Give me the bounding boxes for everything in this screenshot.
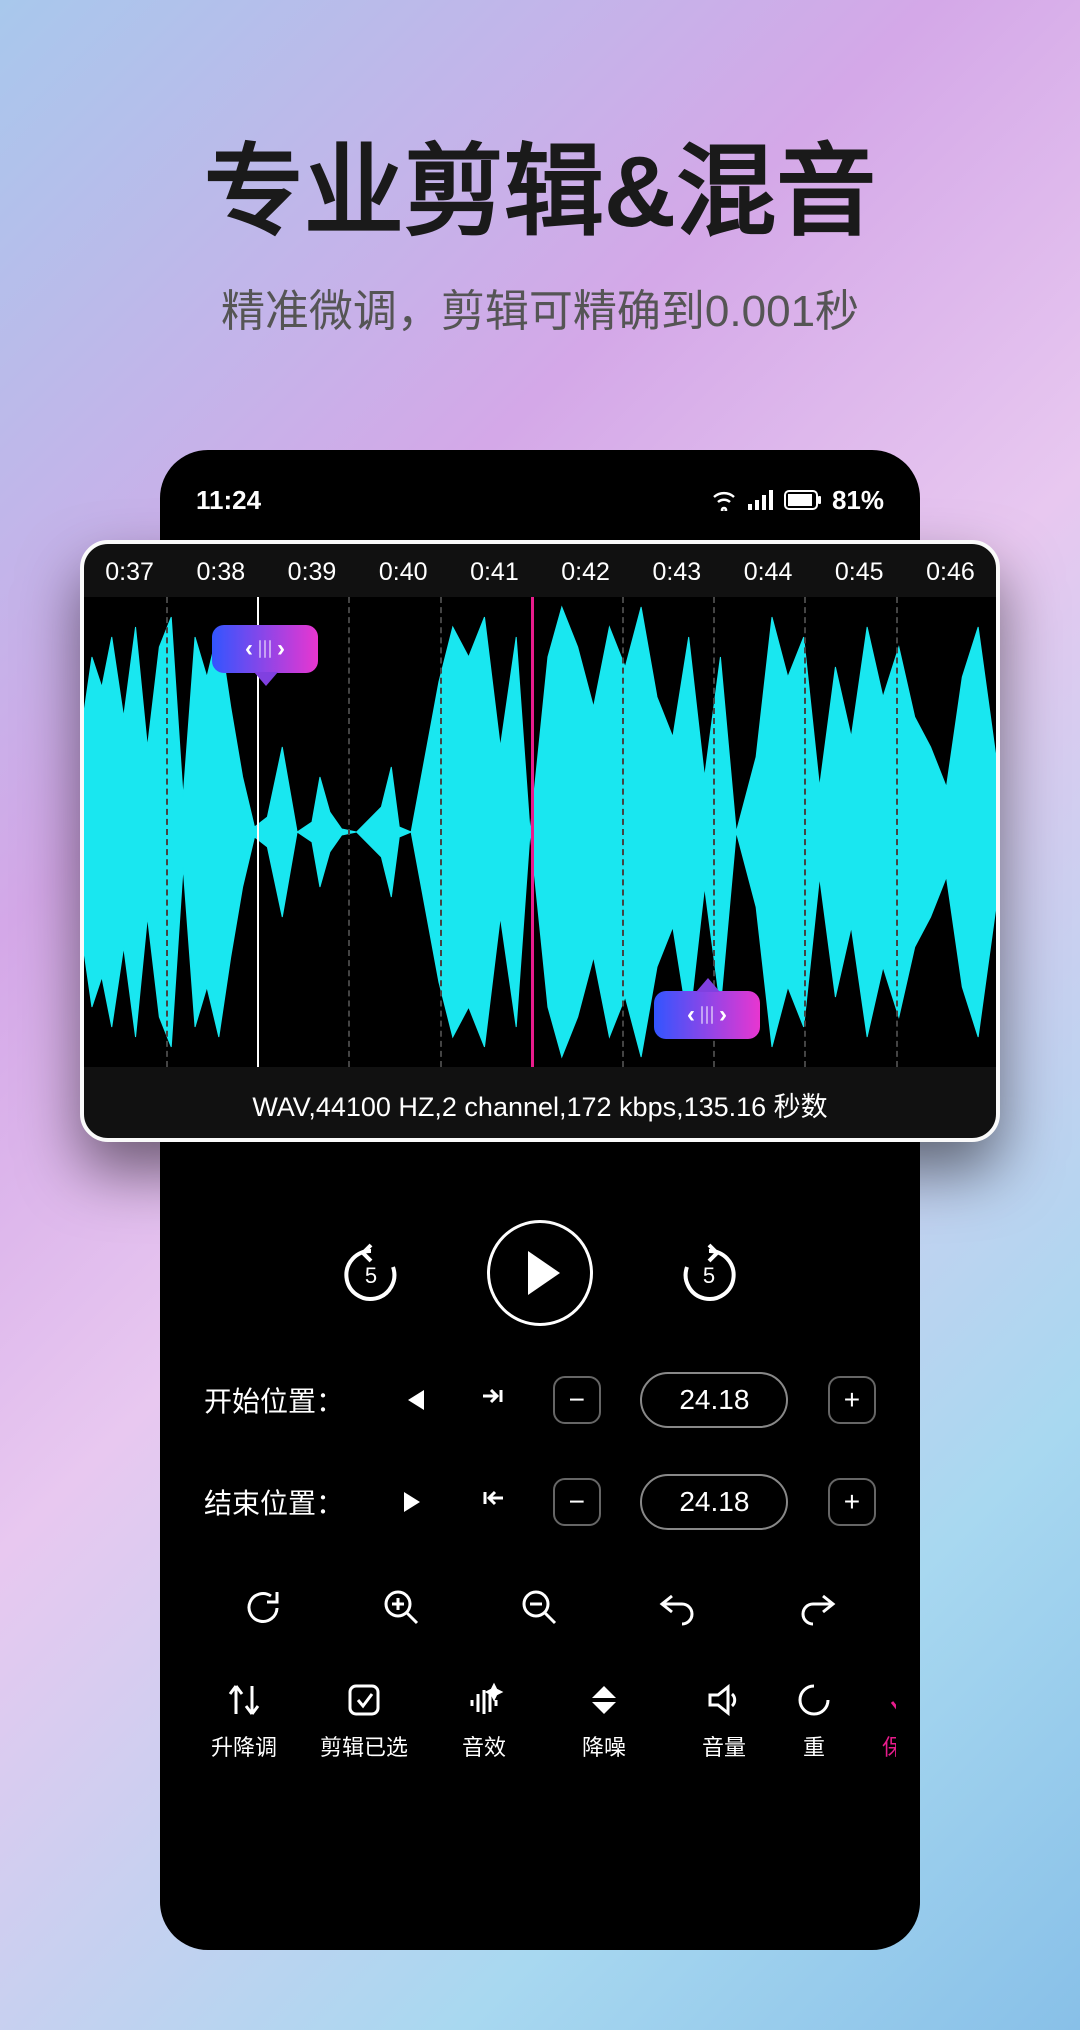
tool-fx[interactable]: 音效: [424, 1678, 544, 1762]
start-position-value[interactable]: 24.18: [640, 1372, 788, 1428]
start-position-label: 开始位置：: [204, 1380, 354, 1420]
start-position-row: 开始位置： − 24.18 +: [184, 1372, 896, 1428]
hero-subtitle: 精准微调，剪辑可精确到0.001秒: [0, 275, 1080, 339]
tool-volume-label: 音量: [702, 1730, 746, 1762]
chevron-right-icon: ›: [719, 1001, 727, 1029]
status-time: 11:24: [196, 485, 261, 516]
tool-save-label: 保存: [882, 1730, 896, 1762]
selection-start-handle[interactable]: ‹ ›: [212, 625, 318, 673]
tool-save[interactable]: 保存: [844, 1678, 896, 1762]
tool-trim[interactable]: 剪辑已选: [304, 1678, 424, 1762]
handle-grip-icon: [259, 640, 271, 658]
ruler-tick: 0:42: [540, 558, 631, 587]
skip-back-label: 5: [365, 1263, 377, 1289]
seek-start-button[interactable]: [394, 1380, 434, 1420]
status-bar: 11:24 81%: [184, 470, 896, 530]
end-position-value[interactable]: 24.18: [640, 1474, 788, 1530]
tool-volume[interactable]: 音量: [664, 1678, 784, 1762]
zoom-out-button[interactable]: [514, 1582, 566, 1634]
redo-button[interactable]: [791, 1582, 843, 1634]
skip-forward-button[interactable]: 5: [673, 1237, 745, 1309]
ruler-tick: 0:37: [84, 558, 175, 587]
handle-grip-icon: [701, 1006, 713, 1024]
skip-back-button[interactable]: 5: [335, 1237, 407, 1309]
bottom-toolbar: 升降调 剪辑已选 音效 降噪 音量 重 保存: [184, 1678, 896, 1762]
ruler-tick: 0:46: [905, 558, 996, 587]
battery-percent: 81%: [832, 485, 884, 516]
ruler-tick: 0:44: [722, 558, 813, 587]
seek-to-start-button[interactable]: [473, 1380, 513, 1420]
undo-button[interactable]: [652, 1582, 704, 1634]
selection-end-handle[interactable]: ‹ ›: [654, 991, 760, 1039]
refresh-button[interactable]: [237, 1582, 289, 1634]
end-position-row: 结束位置： − 24.18 +: [184, 1474, 896, 1530]
play-button[interactable]: [487, 1220, 593, 1326]
end-position-label: 结束位置：: [204, 1482, 354, 1522]
tool-pitch-label: 升降调: [211, 1730, 277, 1762]
volume-icon: [704, 1678, 744, 1722]
tool-reset-label: 重: [803, 1730, 825, 1762]
tool-pitch[interactable]: 升降调: [184, 1678, 304, 1762]
denoise-icon: [584, 1678, 624, 1722]
trim-icon: [344, 1678, 384, 1722]
wifi-icon: [710, 489, 738, 511]
ruler-tick: 0:40: [358, 558, 449, 587]
waveform-area[interactable]: ‹ › ‹ ›: [84, 597, 996, 1067]
tool-fx-label: 音效: [462, 1730, 506, 1762]
chevron-left-icon: ‹: [687, 1001, 695, 1029]
ruler-tick: 0:43: [631, 558, 722, 587]
hero-title: 专业剪辑&混音: [0, 110, 1080, 255]
ruler-tick: 0:38: [175, 558, 266, 587]
waveform-panel: 0:37 0:38 0:39 0:40 0:41 0:42 0:43 0:44 …: [80, 540, 1000, 1142]
start-increment-button[interactable]: +: [828, 1376, 876, 1424]
ruler-tick: 0:39: [266, 558, 357, 587]
playhead[interactable]: [531, 597, 534, 1067]
zoom-in-button[interactable]: [376, 1582, 428, 1634]
transport-controls: 5 5: [184, 1220, 896, 1326]
tool-denoise-label: 降噪: [582, 1730, 626, 1762]
time-ruler: 0:37 0:38 0:39 0:40 0:41 0:42 0:43 0:44 …: [84, 544, 996, 597]
reset-icon: [794, 1678, 834, 1722]
battery-icon: [784, 490, 822, 510]
end-increment-button[interactable]: +: [828, 1478, 876, 1526]
seek-end-button[interactable]: [394, 1482, 434, 1522]
chevron-left-icon: ‹: [245, 635, 253, 663]
seek-to-end-button[interactable]: [473, 1482, 513, 1522]
signal-icon: [748, 490, 774, 510]
ruler-tick: 0:41: [449, 558, 540, 587]
pitch-icon: [224, 1678, 264, 1722]
play-icon: [528, 1251, 560, 1295]
tool-denoise[interactable]: 降噪: [544, 1678, 664, 1762]
chevron-right-icon: ›: [277, 635, 285, 663]
tool-reset[interactable]: 重: [784, 1678, 844, 1762]
fx-icon: [464, 1678, 504, 1722]
file-info: WAV,44100 HZ,2 channel,172 kbps,135.16 秒…: [84, 1067, 996, 1142]
zoom-row: [184, 1582, 896, 1634]
skip-forward-label: 5: [703, 1263, 715, 1289]
start-decrement-button[interactable]: −: [553, 1376, 601, 1424]
ruler-tick: 0:45: [814, 558, 905, 587]
save-icon: [884, 1678, 896, 1722]
tool-trim-label: 剪辑已选: [320, 1730, 408, 1762]
end-decrement-button[interactable]: −: [553, 1478, 601, 1526]
